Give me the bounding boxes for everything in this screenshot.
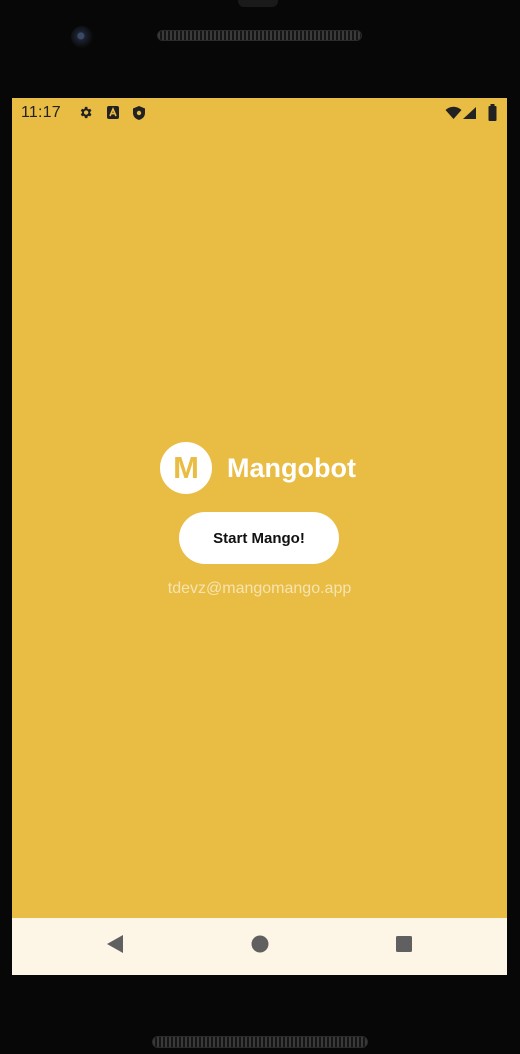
app-logo: M	[160, 442, 212, 494]
home-icon[interactable]	[250, 934, 270, 959]
top-notch	[238, 0, 278, 7]
start-mango-button[interactable]: Start Mango!	[179, 512, 339, 564]
app-screen: 11:17 M Mangobot Start Mango! tdevz@mang…	[12, 98, 507, 975]
battery-icon	[488, 104, 497, 126]
bottom-speaker-grille	[152, 1036, 368, 1048]
shield-icon	[132, 105, 146, 126]
user-email: tdevz@mangomango.app	[167, 580, 352, 597]
phone-frame: 11:17 M Mangobot Start Mango! tdevz@mang…	[0, 0, 520, 1054]
status-time: 11:17	[21, 104, 61, 121]
a-badge-icon	[106, 105, 120, 125]
back-icon[interactable]	[106, 934, 126, 959]
recents-icon[interactable]	[394, 934, 414, 959]
front-camera	[71, 26, 93, 48]
app-name: Mangobot	[227, 452, 356, 483]
gear-icon	[78, 105, 93, 125]
wifi-icon	[445, 106, 462, 125]
status-bar: 11:17	[12, 98, 507, 128]
earpiece-speaker	[157, 30, 362, 41]
brand-row: M Mangobot	[160, 442, 356, 494]
signal-icon	[462, 106, 477, 125]
system-nav-bar	[12, 918, 507, 975]
